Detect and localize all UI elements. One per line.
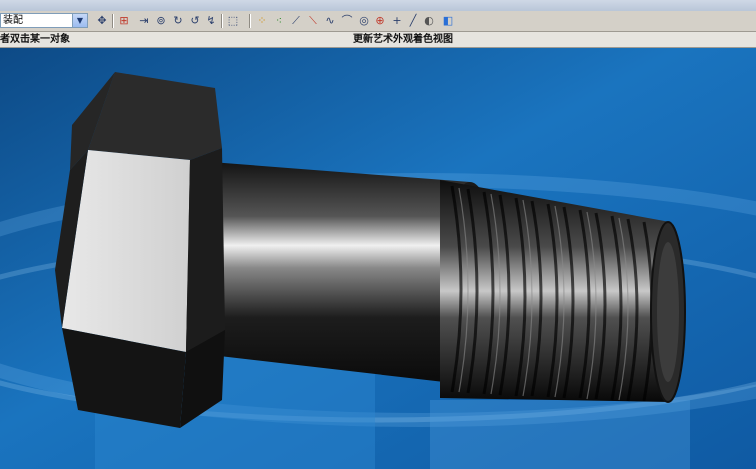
line-icon[interactable]: ⟋ [288,13,304,29]
main-toolbar: 装配 ▼ ✥ ⊞ ⇥ ⊚ ↻ ↺ ↯ ⬚ ⁘ ⁖ ⟋ ⟍ ∿ ⌒ ◎ ⊕ + ╱… [0,11,756,32]
point-cloud-icon[interactable]: ⁘ [254,13,270,29]
plus-icon[interactable]: + [389,13,405,29]
select-box-icon[interactable]: ⬚ [225,13,241,29]
curve-icon[interactable]: ∿ [322,13,338,29]
axis-icon[interactable]: ⇥ [136,13,152,29]
mate-icon[interactable]: ⊚ [153,13,169,29]
chevron-down-icon[interactable]: ▼ [72,14,87,27]
assembly-combo[interactable]: 装配 ▼ [0,13,88,28]
status-bar: 者双击某一对象 更新艺术外观着色视图 [0,32,756,48]
view-icon[interactable]: ↻ [170,13,186,29]
constraint-points-icon[interactable]: ⁖ [271,13,287,29]
shade-icon[interactable]: ◐ [421,13,437,29]
slash-icon[interactable]: ⟍ [305,13,321,29]
assembly-combo-value: 装配 [3,15,23,26]
cube-view-icon[interactable]: ◧ [440,13,456,29]
component-icon[interactable]: ✥ [94,13,110,29]
toolbar-separator [112,14,114,28]
assembly-icon[interactable]: ⊞ [116,13,132,29]
constraint-icon[interactable]: ↯ [203,13,219,29]
graphics-viewport[interactable] [0,48,756,469]
toolbar-separator [221,14,223,28]
circle-icon[interactable]: ◎ [356,13,372,29]
bolt-render [0,48,756,469]
status-prompt: 者双击某一对象 [0,34,70,45]
redo-icon[interactable]: ↺ [187,13,203,29]
arc-icon[interactable]: ⌒ [339,13,355,29]
status-view-mode: 更新艺术外观着色视图 [353,34,453,45]
diagonal-icon[interactable]: ╱ [405,13,421,29]
target-icon[interactable]: ⊕ [372,13,388,29]
toolbar-separator [249,14,251,28]
